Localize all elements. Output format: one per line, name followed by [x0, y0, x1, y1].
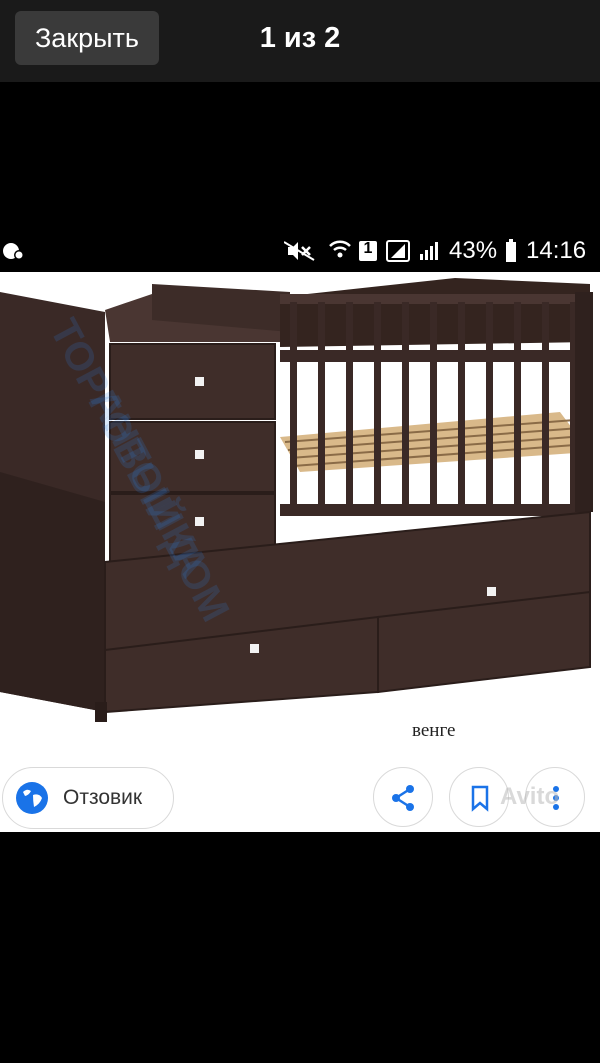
- avito-watermark: Avito: [500, 783, 560, 810]
- globe-icon: [16, 782, 48, 814]
- image-counter: 1 из 2: [259, 22, 341, 54]
- share-icon: [392, 785, 414, 811]
- notification-icon: [3, 243, 24, 260]
- product-photo[interactable]: ТОРГОВЫЙ ДОМ АНТОШКА венге: [0, 272, 600, 742]
- battery-icon: [506, 239, 516, 262]
- wifi-icon: [329, 240, 351, 258]
- clock: 14:16: [526, 237, 587, 264]
- viewer-top-bar: Закрыть 1 из 2: [0, 0, 600, 82]
- mute-icon: [284, 241, 315, 261]
- signal-bars-icon: [420, 242, 438, 260]
- signal-icon: [386, 240, 410, 262]
- source-label: Отзовик: [63, 786, 143, 809]
- screenshot-content: 1 43% 14:16 ТОРГОВЫЙ ДОМ АНТОШКА венге О…: [0, 230, 600, 832]
- sim-slot-number: 1: [363, 240, 373, 257]
- phone-status-bar: 1 43% 14:16: [0, 230, 600, 272]
- share-button[interactable]: [373, 767, 433, 827]
- source-link[interactable]: Отзовик: [2, 767, 174, 829]
- photo-caption: венге: [412, 720, 456, 741]
- bookmark-icon: [471, 785, 489, 812]
- watermark: ТОРГОВЫЙ ДОМ АНТОШКА: [41, 312, 238, 629]
- battery-percent: 43%: [449, 237, 498, 264]
